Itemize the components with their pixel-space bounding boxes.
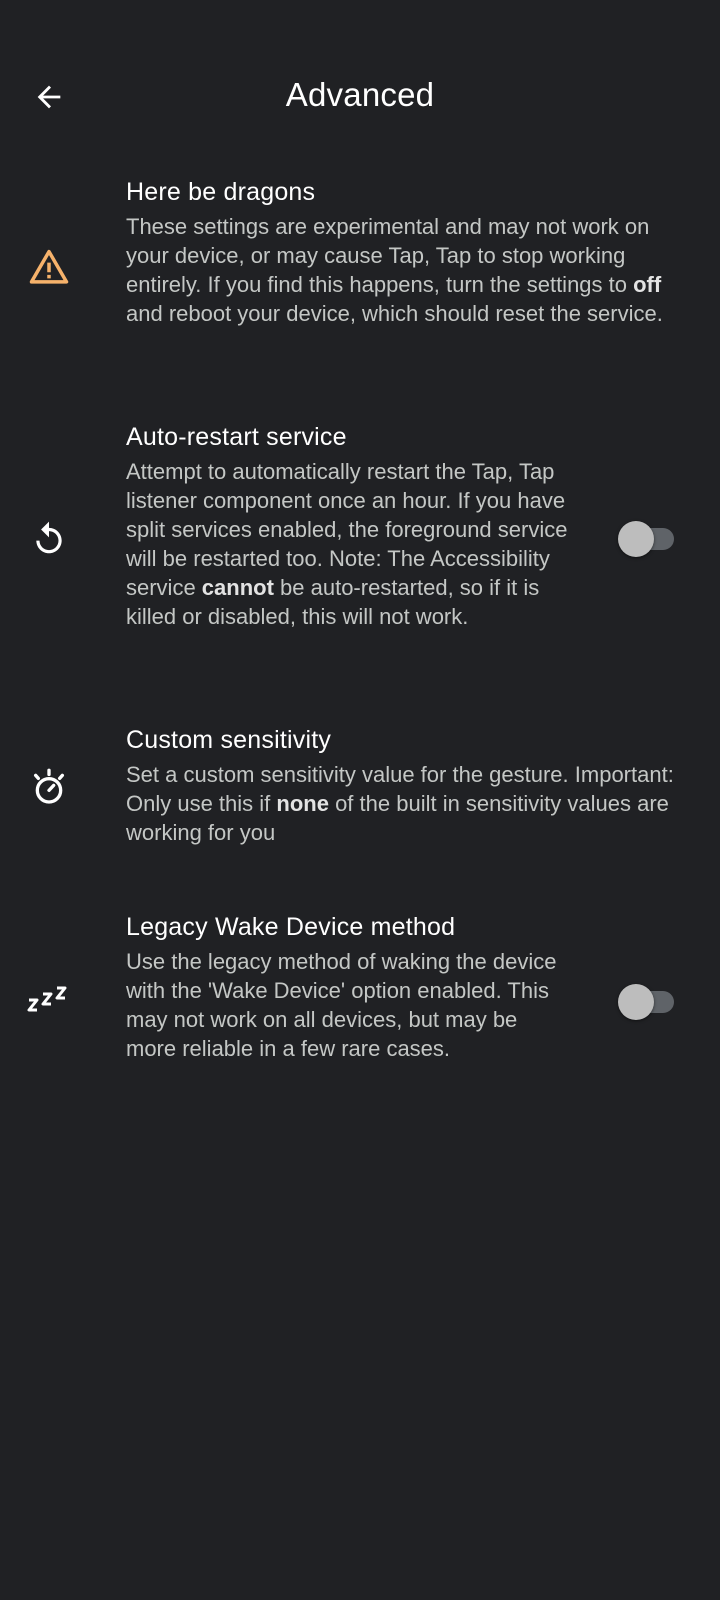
- row-icon: [24, 242, 74, 292]
- auto-restart-switch[interactable]: [618, 521, 674, 557]
- settings-screen: Advanced Here be dragons These settings …: [0, 0, 720, 1600]
- switch-thumb: [618, 521, 654, 557]
- setting-summary: Attempt to automatically restart the Tap…: [126, 459, 568, 629]
- setting-summary: Use the legacy method of waking the devi…: [126, 949, 557, 1061]
- sleep-zzz-icon: [27, 986, 67, 1012]
- setting-auto-restart-service[interactable]: Auto-restart service Attempt to automati…: [0, 421, 720, 671]
- row-icon: [24, 971, 74, 1021]
- setting-summary: Set a custom sensitivity value for the g…: [126, 762, 674, 845]
- timer-icon: [34, 768, 64, 804]
- setting-title: Legacy Wake Device method: [126, 913, 456, 941]
- setting-here-be-dragons[interactable]: Here be dragons These settings are exper…: [0, 176, 720, 366]
- setting-summary: These settings are experimental and may …: [126, 214, 663, 326]
- setting-legacy-wake-device[interactable]: Legacy Wake Device method Use the legacy…: [0, 911, 720, 1101]
- top-app-bar: Advanced: [0, 0, 720, 196]
- row-icon: [24, 514, 74, 564]
- row-icon: [24, 762, 74, 812]
- legacy-wake-switch[interactable]: [618, 984, 674, 1020]
- setting-title: Auto-restart service: [126, 423, 347, 451]
- page-title: Advanced: [285, 76, 435, 113]
- setting-title: Custom sensitivity: [126, 726, 332, 754]
- restart-icon: [36, 521, 62, 554]
- setting-title: Here be dragons: [126, 178, 316, 206]
- setting-custom-sensitivity[interactable]: Custom sensitivity Set a custom sensitiv…: [0, 724, 720, 854]
- switch-thumb: [618, 984, 654, 1020]
- warning-icon: [29, 249, 69, 284]
